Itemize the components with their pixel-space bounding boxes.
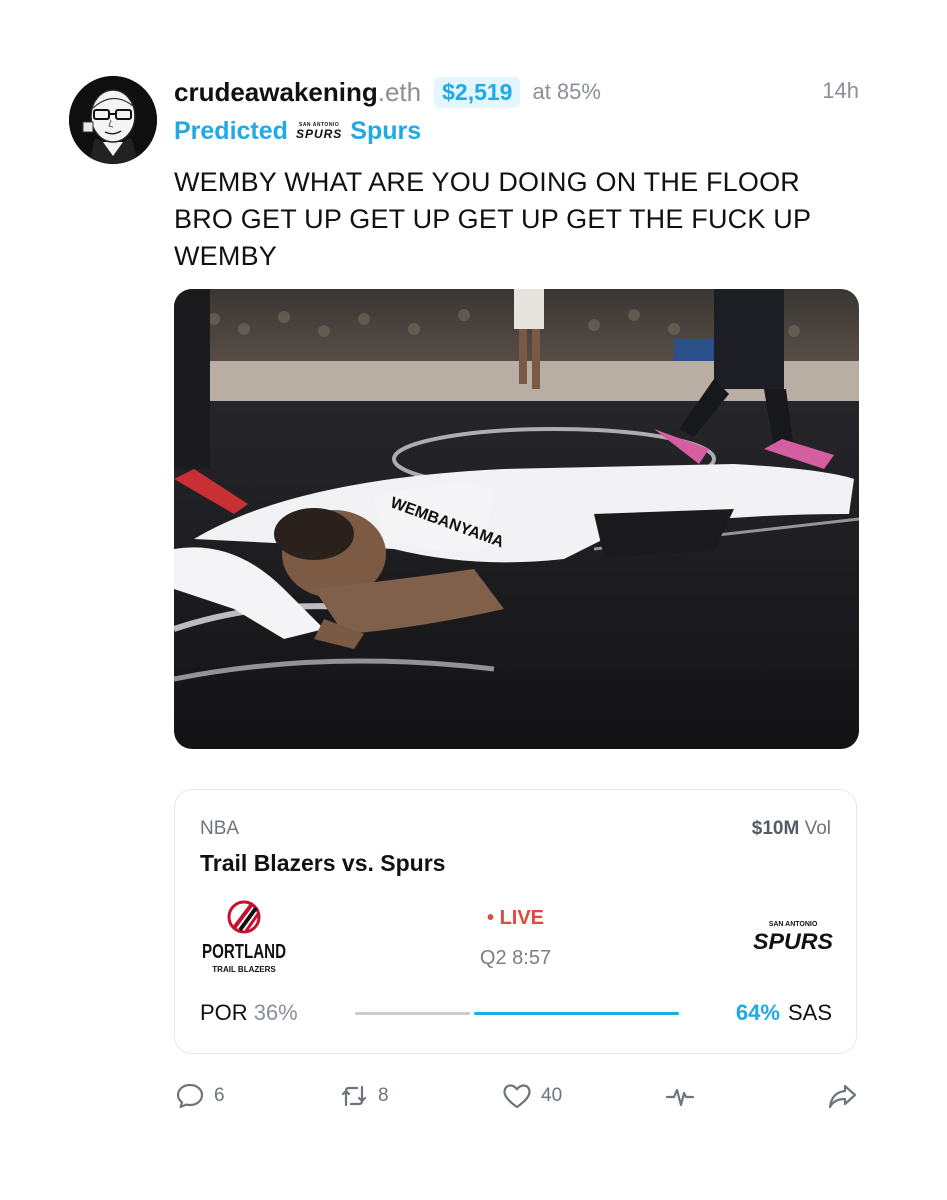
basketball-photo: WEMBANYAMA <box>174 289 859 749</box>
post-text: WEMBY WHAT ARE YOU DOING ON THE FLOOR BR… <box>174 167 811 271</box>
predicted-label: Predicted <box>174 116 288 145</box>
market-card[interactable]: NBA $10M Vol Trail Blazers vs. Spurs POR… <box>174 789 857 1054</box>
league-label: NBA <box>200 818 240 839</box>
heart-icon <box>503 1084 531 1109</box>
odds-at-text: at 85% <box>532 79 601 104</box>
username[interactable]: crudeawakening <box>174 77 378 108</box>
comment-button[interactable]: 6 <box>174 1080 225 1112</box>
home-pct: 36% <box>253 1000 298 1025</box>
like-count: 40 <box>541 1085 563 1106</box>
volume-value: $10M <box>751 818 800 839</box>
username-suffix: .eth <box>377 76 422 107</box>
activity-icon <box>665 1088 695 1107</box>
repost-button[interactable]: 8 <box>338 1080 389 1112</box>
avatar[interactable] <box>69 76 157 164</box>
comment-icon <box>176 1083 204 1109</box>
live-label: LIVE <box>499 907 545 929</box>
repost-icon <box>341 1085 367 1107</box>
repost-count: 8 <box>378 1085 389 1106</box>
amount-badge: $2,519 <box>434 76 521 108</box>
away-odds-bar <box>474 1012 679 1015</box>
action-bar: 6 8 40 <box>174 1080 864 1116</box>
like-button[interactable]: 40 <box>501 1080 562 1112</box>
post-timestamp[interactable]: 14h <box>822 78 859 104</box>
prediction-line[interactable]: Predicted SAN ANTONIO SPURS Spurs <box>174 112 874 150</box>
share-icon <box>828 1084 857 1109</box>
home-odds-bar <box>355 1012 470 1015</box>
away-abbr: SAS <box>787 1000 832 1025</box>
post-media-image[interactable]: WEMBANYAMA <box>174 289 859 749</box>
spurs-logo-text: SPURS <box>753 929 833 954</box>
away-pct: 64% <box>735 1000 780 1025</box>
home-odds: POR 36% <box>200 1000 298 1026</box>
share-button[interactable] <box>826 1080 858 1112</box>
spurs-mini-logo: SAN ANTONIO SPURS <box>295 122 343 141</box>
spurs-logo[interactable]: SAN ANTONIO SPURS <box>752 918 834 954</box>
home-abbr: POR <box>200 1000 248 1025</box>
volume-label: $10M Vol <box>752 818 831 840</box>
comment-count: 6 <box>214 1085 225 1106</box>
spurs-logo-mark: SAN ANTONIO SPURS <box>753 921 833 954</box>
matchup-title: Trail Blazers vs. Spurs <box>200 850 446 876</box>
author-line: crudeawakening .eth $2,519 at 85% <box>174 72 874 112</box>
volume-unit: Vol <box>804 818 831 839</box>
live-dot-icon: • <box>486 907 494 929</box>
predicted-team: Spurs <box>350 116 422 145</box>
away-odds: 64% SAS <box>736 1000 832 1026</box>
spurs-logo-top: SAN ANTONIO <box>769 921 818 928</box>
activity-button[interactable] <box>664 1080 696 1112</box>
post-header: crudeawakening .eth $2,519 at 85% 14h Pre… <box>174 72 874 150</box>
spurs-mini-logo-text: SPURS <box>295 126 343 141</box>
avatar-wojak-image <box>69 76 157 164</box>
